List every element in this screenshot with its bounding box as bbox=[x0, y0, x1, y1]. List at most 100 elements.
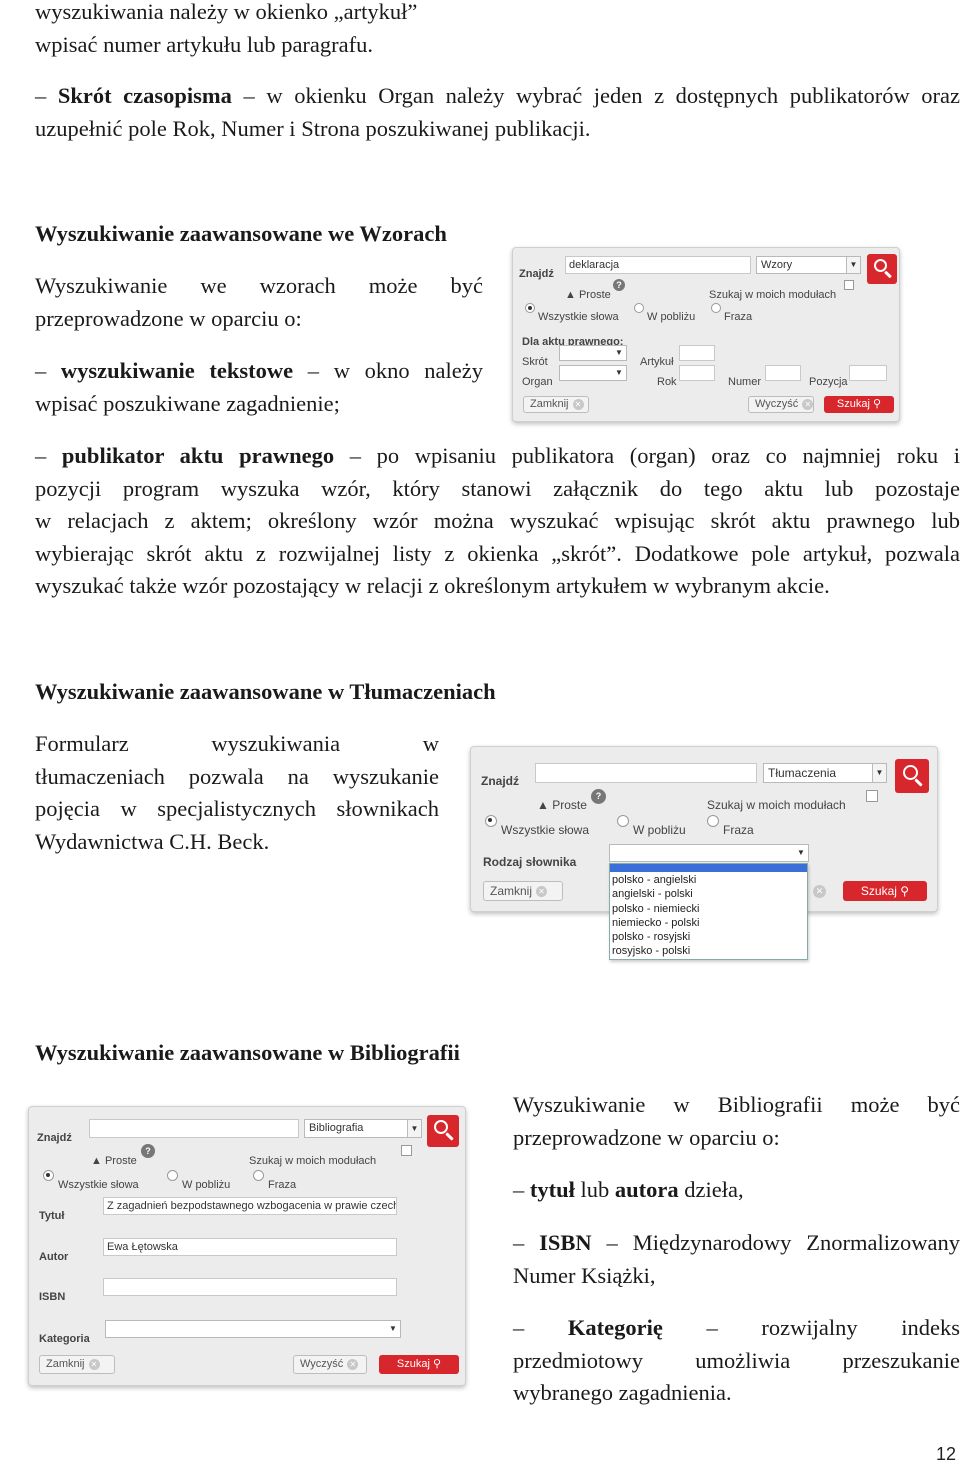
scope-select-value: Bibliografia bbox=[309, 1122, 364, 1134]
help-icon[interactable]: ? bbox=[141, 1144, 155, 1158]
close-button[interactable]: Zamknij ✕ bbox=[39, 1355, 115, 1374]
search-magnifier-button[interactable] bbox=[427, 1115, 459, 1147]
radio-near-label: W pobliżu bbox=[633, 823, 686, 837]
dict-option[interactable]: polsko - angielski bbox=[610, 873, 807, 887]
skrot-czasopisma-paragraph: – Skrót czasopisma – w okienku Organ nal… bbox=[35, 80, 960, 145]
isbn-input[interactable] bbox=[103, 1278, 397, 1296]
chevron-down-icon: ▼ bbox=[797, 848, 805, 857]
znajdz-label: Znajdź bbox=[519, 268, 554, 280]
organ-label: Organ bbox=[522, 376, 553, 388]
text: – po wpisaniu publikatora (organ) oraz c… bbox=[334, 443, 960, 468]
radio-near[interactable] bbox=[634, 303, 644, 313]
search-magnifier-button[interactable] bbox=[867, 254, 897, 284]
chevron-down-icon: ▼ bbox=[846, 257, 860, 273]
bibliografia-item-category: – Kategorię – rozwijalny indeks przedmio… bbox=[513, 1312, 960, 1410]
author-input[interactable]: Ewa Łętowska bbox=[103, 1238, 397, 1256]
scope-select[interactable]: Tłumaczenia ▼ bbox=[763, 763, 887, 783]
radio-phrase[interactable] bbox=[707, 815, 719, 827]
module-search-checkbox[interactable] bbox=[401, 1145, 412, 1156]
search-button[interactable]: Szukaj ⚲ bbox=[824, 396, 894, 413]
text: dzieła, bbox=[678, 1177, 744, 1202]
module-search-checkbox[interactable] bbox=[866, 790, 878, 802]
search-button-label: Szukaj bbox=[396, 1358, 430, 1370]
pozycja-input[interactable] bbox=[849, 365, 887, 381]
bibliografia-item-title-author: – tytuł lub autora dzieła, bbox=[513, 1174, 960, 1207]
clear-button-label: Wyczyść bbox=[755, 398, 799, 410]
clear-icon[interactable]: ✕ bbox=[813, 885, 826, 898]
radio-phrase[interactable] bbox=[253, 1170, 264, 1181]
search-icon: ⚲ bbox=[433, 1358, 442, 1370]
close-button[interactable]: Zamknij ✕ bbox=[483, 881, 563, 901]
dict-option[interactable]: polsko - rosyjski bbox=[610, 930, 807, 944]
category-select[interactable]: ▼ bbox=[105, 1320, 401, 1338]
dict-option[interactable]: niemiecko - polski bbox=[610, 916, 807, 930]
text: rozwijalny indeks bbox=[761, 1315, 960, 1340]
search-input[interactable]: deklaracja bbox=[565, 256, 751, 274]
close-icon: ✕ bbox=[88, 1358, 100, 1370]
radio-near[interactable] bbox=[617, 815, 629, 827]
clear-button[interactable]: Wyczyść ✕ bbox=[293, 1355, 367, 1374]
search-button[interactable]: Szukaj ⚲ bbox=[379, 1355, 459, 1374]
term: wyszukiwanie tekstowe bbox=[60, 358, 294, 383]
search-button[interactable]: Szukaj ⚲ bbox=[843, 881, 927, 901]
dict-option[interactable]: angielski - polski bbox=[610, 887, 807, 901]
bibliografia-intro: Wyszukiwanie w Bibliografii może być prz… bbox=[513, 1089, 960, 1154]
section-heading-bibliografia: Wyszukiwanie zaawansowane w Bibliografii bbox=[35, 1040, 460, 1065]
numer-input[interactable] bbox=[765, 365, 801, 381]
title-input[interactable]: Z zagadnień bezpodstawnego wzbogacenia w… bbox=[103, 1197, 397, 1215]
term: tytuł bbox=[529, 1177, 575, 1202]
text-line: Wydawnictwa C.H. Beck. bbox=[35, 828, 270, 854]
section-heading-tlumaczenia: Wyszukiwanie zaawansowane w Tłumaczeniac… bbox=[35, 679, 496, 704]
term: autora bbox=[614, 1177, 679, 1202]
radio-all-words[interactable] bbox=[525, 303, 535, 313]
tlumaczenia-intro: Formularz wyszukiwania w tłumaczeniach p… bbox=[35, 728, 439, 858]
dict-option[interactable]: rosyjsko - polski bbox=[610, 944, 807, 958]
close-button[interactable]: Zamknij ✕ bbox=[523, 396, 589, 413]
skrot-select[interactable]: ▼ bbox=[559, 345, 627, 361]
dict-label: Rodzaj słownika bbox=[483, 855, 577, 869]
scope-select-value: Wzory bbox=[761, 259, 793, 271]
isbn-label: ISBN bbox=[39, 1291, 66, 1303]
search-icon-handle bbox=[445, 1132, 454, 1141]
radio-all-words-label: Wszystkie słowa bbox=[501, 823, 590, 837]
artykul-input[interactable] bbox=[679, 345, 715, 361]
dict-option[interactable]: polsko - niemiecki bbox=[610, 902, 807, 916]
dash: – bbox=[513, 1315, 525, 1340]
search-button-label: Szukaj bbox=[836, 398, 870, 410]
clear-button[interactable]: Wyczyść ✕ bbox=[748, 396, 814, 413]
term: Skrót czasopisma bbox=[57, 83, 232, 108]
help-icon[interactable]: ? bbox=[613, 279, 625, 291]
proste-label: Proste bbox=[578, 289, 611, 301]
radio-phrase-label: Fraza bbox=[723, 823, 754, 837]
radio-near[interactable] bbox=[167, 1170, 178, 1181]
scope-select[interactable]: Wzory ▼ bbox=[756, 256, 861, 274]
organ-select[interactable]: ▼ bbox=[559, 365, 627, 381]
dash: – bbox=[706, 1315, 718, 1340]
text: – w okno należy bbox=[293, 358, 483, 383]
dict-dropdown-list: polsko - angielski angielski - polski po… bbox=[609, 863, 808, 960]
title-label: Tytuł bbox=[39, 1210, 65, 1222]
search-input[interactable] bbox=[535, 763, 757, 783]
help-icon[interactable]: ? bbox=[591, 789, 606, 804]
close-button-label: Zamknij bbox=[46, 1358, 85, 1370]
module-search-checkbox[interactable] bbox=[844, 280, 854, 290]
radio-all-words[interactable] bbox=[43, 1170, 54, 1181]
radio-phrase[interactable] bbox=[711, 303, 721, 313]
text-line: – wyszukiwanie tekstowe – w okno należy bbox=[35, 358, 483, 383]
search-input[interactable] bbox=[89, 1119, 299, 1138]
dict-select[interactable]: ▼ bbox=[609, 844, 809, 862]
text-line: Numer Książki, bbox=[513, 1262, 656, 1288]
text-line: w relacjach z aktem; określony wzór możn… bbox=[35, 508, 960, 533]
search-magnifier-button[interactable] bbox=[895, 759, 929, 793]
wzory-search-form: Znajdź deklaracja Wzory ▼ ▲ Proste ? Szuk… bbox=[512, 247, 900, 422]
chevron-down-icon: ▼ bbox=[407, 1120, 421, 1137]
close-button-label: Zamknij bbox=[530, 398, 569, 410]
wzory-item-text: – wyszukiwanie tekstowe – w okno należy … bbox=[35, 355, 483, 420]
scope-select[interactable]: Bibliografia ▼ bbox=[304, 1119, 422, 1138]
rok-input[interactable] bbox=[679, 365, 715, 381]
radio-all-words[interactable] bbox=[485, 815, 497, 827]
clear-button-label: Wyczyść bbox=[300, 1358, 344, 1370]
text-line: Wyszukiwanie we wzorach może być bbox=[35, 273, 483, 298]
text-line: – Kategorię – rozwijalny indeks bbox=[513, 1312, 960, 1345]
text-line: pozycji program wyszuka wzór, który stan… bbox=[35, 475, 960, 501]
